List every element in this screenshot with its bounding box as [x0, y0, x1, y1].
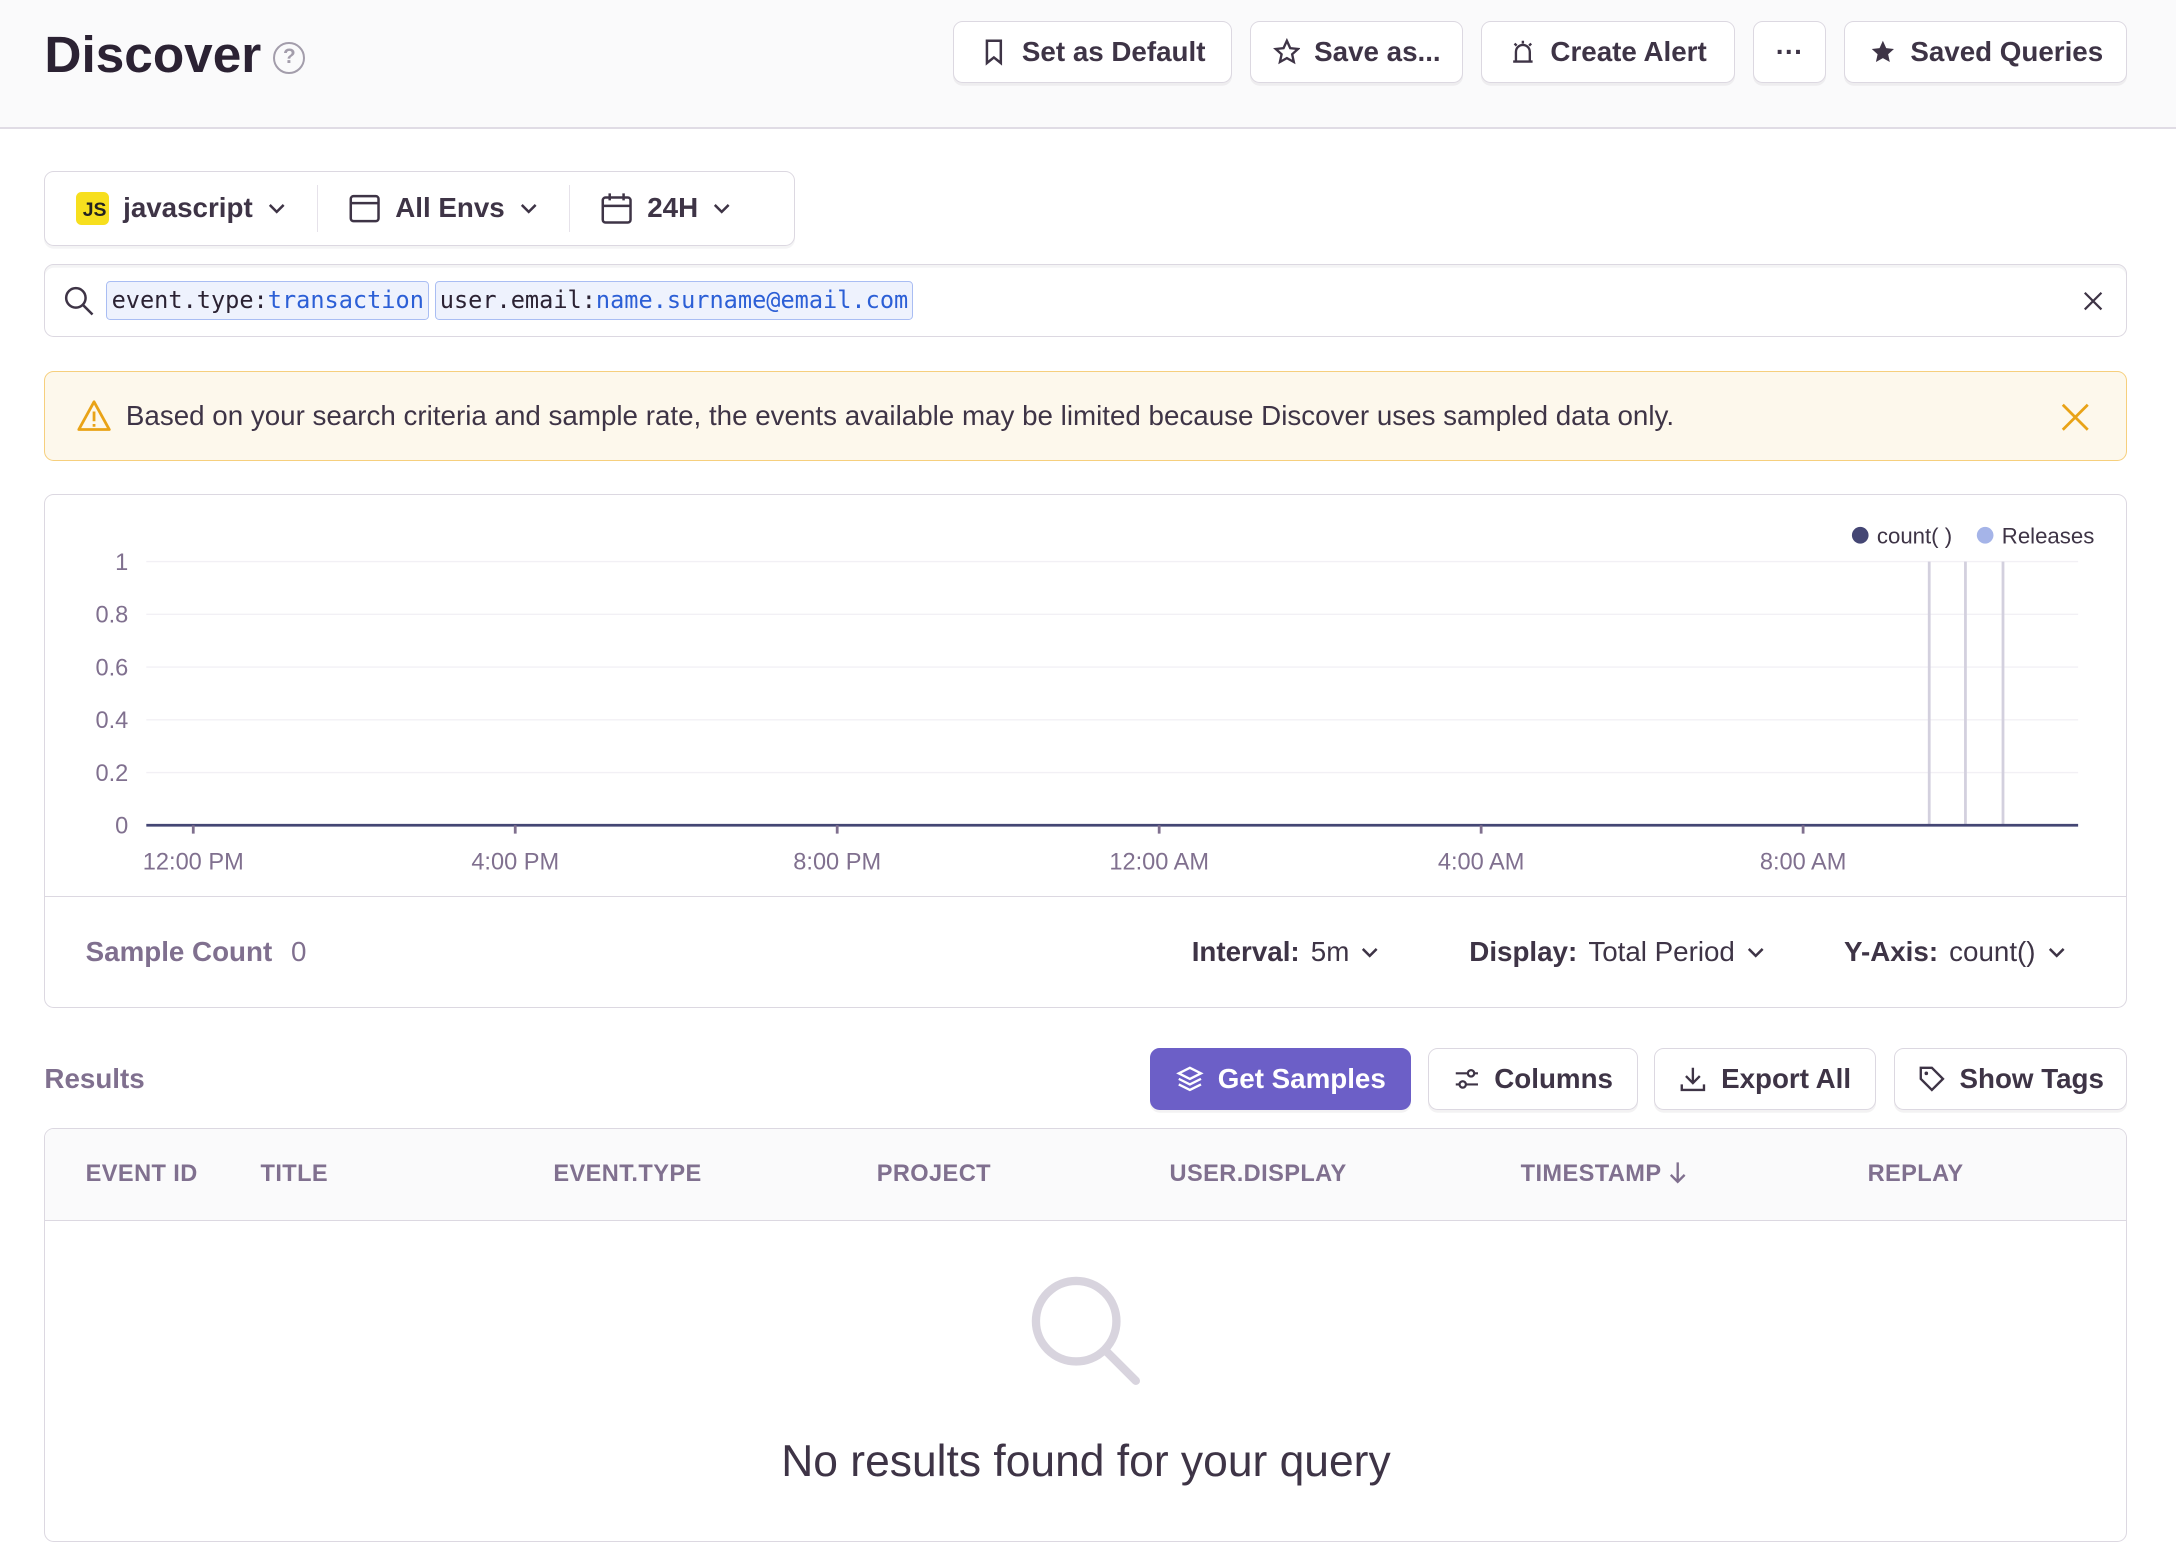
siren-icon — [1512, 40, 1533, 63]
chevron-down-icon — [1747, 948, 1764, 959]
help-icon[interactable]: ? — [273, 41, 306, 74]
display-selector[interactable]: Display: Total Period — [1469, 936, 1765, 968]
chart-footer: Sample Count 0 Interval: 5m Display: Total… — [45, 896, 2127, 1007]
javascript-platform-icon: JS — [75, 191, 110, 225]
sample-count-label: Sample Count — [85, 936, 273, 968]
search-bar[interactable]: event.type:transaction user.email:name.s… — [44, 263, 2128, 338]
warning-icon — [77, 400, 111, 431]
star-icon — [1272, 38, 1301, 65]
legend-releases-label: Releases — [2002, 524, 2094, 549]
sample-count-value: 0 — [291, 936, 307, 968]
column-header-user-display[interactable]: USER.DISPLAY — [1170, 1160, 1347, 1187]
sliders-icon — [1455, 1069, 1478, 1089]
y-tick-label: 0.6 — [96, 654, 129, 680]
y-axis-selector[interactable]: Y-Axis: count() — [1844, 936, 2066, 968]
download-icon — [1681, 1067, 1706, 1092]
tag-icon — [1919, 1066, 1945, 1092]
x-tick-label: 12:00 PM — [143, 849, 244, 875]
y-tick-label: 0.2 — [96, 760, 129, 786]
set-as-default-button[interactable]: Set as Default — [953, 20, 1233, 84]
columns-button[interactable]: Columns — [1428, 1047, 1638, 1111]
window-icon — [349, 194, 380, 222]
legend-count-label: count( ) — [1877, 524, 1952, 549]
export-all-button[interactable]: Export All — [1654, 1047, 1877, 1111]
more-options-button[interactable]: ··· — [1752, 20, 1827, 84]
legend-releases-marker — [1977, 526, 1994, 544]
get-samples-button[interactable]: Get Samples — [1150, 1047, 1412, 1111]
y-tick-label: 0.8 — [96, 602, 129, 628]
x-tick-label: 4:00 AM — [1438, 849, 1525, 875]
empty-state-message: No results found for your query — [781, 1437, 1391, 1487]
x-tick-label: 4:00 PM — [472, 849, 560, 875]
events-chart: 1 0.8 0.6 0.4 0.2 0 12:00 PM 4:00 PM 8:00 PM 12:0… — [96, 524, 2095, 875]
chevron-down-icon — [2048, 948, 2065, 959]
chevron-down-icon — [268, 204, 285, 215]
create-alert-button[interactable]: Create Alert — [1480, 20, 1735, 84]
search-token-event-type[interactable]: event.type:transaction — [106, 281, 430, 320]
chevron-down-icon — [520, 204, 537, 215]
clear-search-icon[interactable] — [2082, 290, 2104, 312]
page-header: Discover ? Set as Default Save as... Cre… — [0, 0, 2176, 130]
ellipsis-icon: ··· — [1775, 36, 1804, 68]
x-tick-label: 8:00 AM — [1760, 849, 1847, 875]
date-range-selector[interactable]: 24H — [568, 184, 762, 232]
x-tick-label: 12:00 AM — [1110, 849, 1210, 875]
show-tags-button[interactable]: Show Tags — [1894, 1047, 2128, 1111]
y-tick-label: 1 — [116, 549, 129, 575]
chevron-down-icon — [713, 204, 730, 215]
close-icon[interactable] — [2060, 402, 2091, 433]
column-header-replay[interactable]: REPLAY — [1868, 1160, 1964, 1187]
environment-selector[interactable]: All Envs — [316, 184, 569, 232]
stack-icon — [1176, 1066, 1204, 1092]
x-tick-label: 8:00 PM — [794, 849, 882, 875]
column-header-timestamp[interactable]: TIMESTAMP — [1521, 1160, 1688, 1187]
column-header-title[interactable]: TITLE — [261, 1160, 329, 1187]
results-label: Results — [44, 1063, 145, 1095]
star-filled-icon — [1871, 40, 1894, 63]
chart-panel: 1 0.8 0.6 0.4 0.2 0 12:00 PM 4:00 PM 8:00 PM 12:0… — [44, 494, 2128, 1008]
arrow-down-icon — [1669, 1162, 1686, 1184]
page-title: Discover — [44, 25, 262, 83]
empty-search-icon — [1032, 1276, 1141, 1385]
calendar-icon — [601, 192, 632, 224]
column-header-event-id[interactable]: EVENT ID — [86, 1160, 198, 1187]
chevron-down-icon — [1362, 948, 1378, 959]
legend-count-marker — [1852, 526, 1869, 544]
project-selector[interactable]: JS javascript — [45, 185, 316, 232]
bookmark-icon — [985, 39, 1003, 66]
column-header-project[interactable]: PROJECT — [877, 1160, 991, 1187]
table-header: EVENT ID TITLE EVENT.TYPE PROJECT USER.D… — [45, 1129, 2127, 1221]
y-tick-label: 0 — [116, 813, 129, 839]
interval-selector[interactable]: Interval: 5m — [1192, 936, 1380, 968]
search-icon — [64, 286, 94, 316]
search-token-user-email[interactable]: user.email:name.surname@email.com — [434, 281, 914, 320]
column-header-event-type[interactable]: EVENT.TYPE — [553, 1160, 701, 1187]
results-table: EVENT ID TITLE EVENT.TYPE PROJECT USER.D… — [44, 1128, 2128, 1542]
sampling-warning-alert: Based on your search criteria and sample… — [44, 370, 2128, 461]
saved-queries-button[interactable]: Saved Queries — [1844, 20, 2128, 84]
y-tick-label: 0.4 — [96, 707, 129, 733]
page-filter-bar: JS javascript All Envs 24H — [44, 170, 796, 246]
save-as-button[interactable]: Save as... — [1250, 20, 1463, 84]
